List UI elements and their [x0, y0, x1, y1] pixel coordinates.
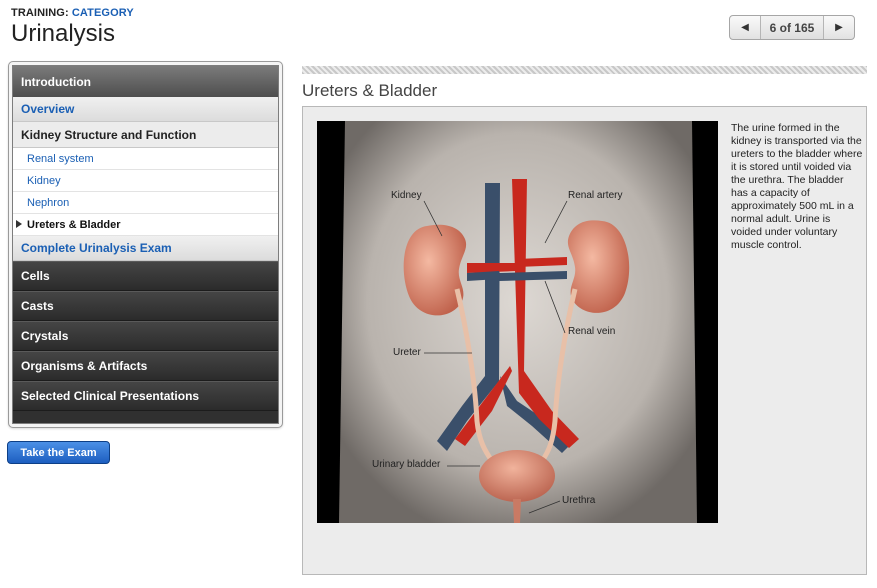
previous-slide-button[interactable]: ◀ — [730, 16, 761, 39]
content-panel: Kidney Renal artery Renal vein Ureter Ur… — [302, 106, 867, 575]
sidebar-subitem-ureters-bladder[interactable]: Ureters & Bladder — [13, 214, 278, 236]
label-ureter: Ureter — [393, 347, 421, 358]
sidebar-group-clinical-presentations[interactable]: Selected Clinical Presentations — [13, 381, 278, 411]
sidebar-group-cells[interactable]: Cells — [13, 261, 278, 291]
sidebar-item-complete-exam[interactable]: Complete Urinalysis Exam — [13, 236, 278, 261]
page-title: Urinalysis — [11, 20, 116, 47]
urinary-system-illustration: Kidney Renal artery Renal vein Ureter Ur… — [317, 121, 718, 523]
category-link[interactable]: CATEGORY — [72, 7, 134, 19]
take-exam-button[interactable]: Take the Exam — [7, 441, 110, 464]
sidebar-subitem-kidney[interactable]: Kidney — [13, 170, 278, 192]
sidebar-group-organisms-artifacts[interactable]: Organisms & Artifacts — [13, 351, 278, 381]
triangle-left-icon: ◀ — [741, 22, 749, 33]
label-renal-artery: Renal artery — [568, 190, 623, 201]
label-renal-vein: Renal vein — [568, 326, 616, 337]
current-item-arrow-icon — [16, 220, 22, 228]
triangle-right-icon: ▶ — [835, 22, 843, 33]
content-divider — [302, 66, 867, 74]
sidebar-group-casts[interactable]: Casts — [13, 291, 278, 321]
sidebar-section-kidney-structure[interactable]: Kidney Structure and Function — [13, 122, 278, 148]
sidebar-group-crystals[interactable]: Crystals — [13, 321, 278, 351]
content-title: Ureters & Bladder — [302, 81, 438, 100]
sidebar-subitem-renal-system[interactable]: Renal system — [13, 148, 278, 170]
sidebar-subitem-label: Ureters & Bladder — [27, 218, 121, 231]
label-kidney: Kidney — [391, 190, 422, 201]
sidebar-header-introduction[interactable]: Introduction — [13, 66, 278, 97]
sidebar-item-overview[interactable]: Overview — [13, 97, 278, 122]
description-text: The urine formed in the kidney is transp… — [731, 122, 863, 251]
next-slide-button[interactable]: ▶ — [823, 16, 854, 39]
label-urethra: Urethra — [562, 495, 596, 506]
slide-counter: 6 of 165 — [761, 16, 823, 39]
topic-sidebar: Introduction Overview Kidney Structure a… — [8, 61, 283, 428]
sidebar-subitem-nephron[interactable]: Nephron — [13, 192, 278, 214]
slide-pager: ◀ 6 of 165 ▶ — [729, 15, 855, 40]
training-label: TRAINING: — [11, 7, 69, 19]
breadcrumb: TRAINING: CATEGORY — [11, 7, 134, 19]
label-urinary-bladder: Urinary bladder — [372, 459, 441, 470]
